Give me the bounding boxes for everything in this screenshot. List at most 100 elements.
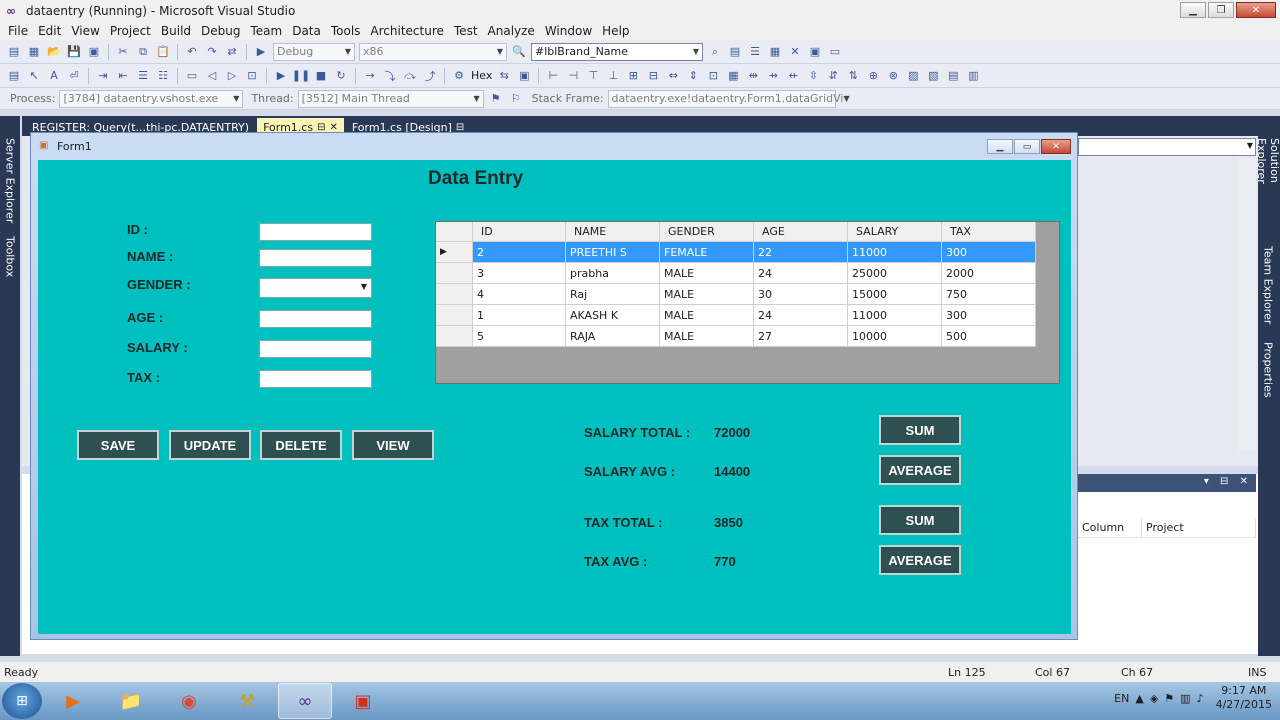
platform-combo[interactable]: x86 ▼: [359, 42, 507, 61]
vspace-inc-icon[interactable]: ⇵: [825, 68, 841, 84]
table-cell[interactable]: 15000: [848, 284, 942, 305]
properties-tab[interactable]: Properties: [1260, 342, 1276, 402]
paste-icon[interactable]: 📋: [155, 44, 171, 60]
server-explorer-tab[interactable]: Server Explorer: [2, 138, 18, 228]
col-header-name[interactable]: NAME: [566, 222, 660, 242]
gender-select[interactable]: ▼: [259, 278, 372, 298]
col-header-id[interactable]: ID: [473, 222, 566, 242]
language-indicator[interactable]: EN: [1114, 692, 1129, 705]
row-header[interactable]: [436, 326, 473, 347]
flag-filter-icon[interactable]: ⚐: [508, 91, 524, 107]
table-cell[interactable]: MALE: [660, 305, 754, 326]
process-combo[interactable]: [3784] dataentry.vshost.exe ▼: [59, 89, 244, 108]
table-cell[interactable]: 24: [754, 305, 848, 326]
table-cell[interactable]: 2: [473, 242, 566, 263]
pin-icon[interactable]: ⊟: [317, 122, 325, 133]
column-header-column[interactable]: Column: [1078, 518, 1142, 537]
comment-icon[interactable]: ☰: [135, 68, 151, 84]
view-button[interactable]: VIEW: [352, 430, 434, 460]
menu-analyze[interactable]: Analyze: [483, 24, 540, 38]
form-minimize-button[interactable]: ▁: [987, 139, 1013, 154]
table-cell[interactable]: PREETHI S: [566, 242, 660, 263]
table-row[interactable]: ▶ 2 PREETHI S FEMALE 22 11000 300: [436, 242, 1036, 263]
menu-data[interactable]: Data: [287, 24, 326, 38]
table-cell[interactable]: 500: [942, 326, 1036, 347]
object-browser-icon[interactable]: ▦: [767, 44, 783, 60]
col-header-salary[interactable]: SALARY: [848, 222, 942, 242]
grid-snap-icon[interactable]: ▦: [725, 68, 741, 84]
toolbox-icon[interactable]: ✕: [787, 44, 803, 60]
table-cell[interactable]: 3: [473, 263, 566, 284]
open-folder-icon[interactable]: 📂: [46, 44, 62, 60]
menu-architecture[interactable]: Architecture: [365, 24, 448, 38]
pin-icon[interactable]: ⊟: [456, 122, 464, 133]
table-cell[interactable]: 24: [754, 263, 848, 284]
lock-controls-icon[interactable]: ▥: [965, 68, 981, 84]
tax-average-button[interactable]: AVERAGE: [879, 545, 961, 575]
extension-icon[interactable]: ▭: [827, 44, 843, 60]
break-all-icon[interactable]: ❚❚: [292, 68, 310, 84]
center-horizontal-icon[interactable]: ⊕: [865, 68, 881, 84]
font-icon[interactable]: A: [46, 68, 62, 84]
table-cell[interactable]: 30: [754, 284, 848, 305]
bookmark-next-icon[interactable]: ▷: [224, 68, 240, 84]
table-cell[interactable]: AKASH K: [566, 305, 660, 326]
redo-icon[interactable]: ↷: [204, 44, 220, 60]
visual-studio-icon[interactable]: ∞: [278, 683, 332, 719]
salary-average-button[interactable]: AVERAGE: [879, 455, 961, 485]
row-header[interactable]: [436, 305, 473, 326]
add-item-icon[interactable]: ▦: [26, 44, 42, 60]
menu-window[interactable]: Window: [540, 24, 597, 38]
name-input[interactable]: [259, 249, 372, 267]
step-over-icon[interactable]: ⤼: [402, 68, 418, 84]
bookmark-icon[interactable]: ▭: [184, 68, 200, 84]
save-button[interactable]: SAVE: [77, 430, 159, 460]
bookmark-clear-icon[interactable]: ⊡: [244, 68, 260, 84]
clock[interactable]: 9:17 AM 4/27/2015: [1216, 684, 1272, 712]
menu-build[interactable]: Build: [156, 24, 196, 38]
running-form-icon[interactable]: ▣: [336, 683, 390, 719]
table-cell[interactable]: 10000: [848, 326, 942, 347]
form-maximize-button[interactable]: ▭: [1014, 139, 1040, 154]
start-page-icon[interactable]: ▣: [807, 44, 823, 60]
stack-frame-combo[interactable]: dataentry.exe!dataentry.Form1.dataGridVi…: [607, 89, 850, 108]
tray-app-icon[interactable]: ◈: [1150, 692, 1158, 705]
table-cell[interactable]: 5: [473, 326, 566, 347]
file-explorer-icon[interactable]: 📁: [104, 683, 158, 719]
start-button[interactable]: ⊞: [2, 683, 42, 719]
indent-icon[interactable]: ⇥: [95, 68, 111, 84]
find-in-files-icon[interactable]: ⌕: [707, 44, 723, 60]
hspace-dec-icon[interactable]: ⇷: [785, 68, 801, 84]
salary-sum-button[interactable]: SUM: [879, 415, 961, 445]
volume-icon[interactable]: ♪: [1197, 692, 1204, 705]
menu-team[interactable]: Team: [245, 24, 287, 38]
navigate-icon[interactable]: ⇄: [224, 44, 240, 60]
vertical-scrollbar[interactable]: [1238, 158, 1256, 450]
align-top-icon[interactable]: ⊥: [605, 68, 621, 84]
restart-icon[interactable]: ↻: [333, 68, 349, 84]
same-height-icon[interactable]: ⇕: [685, 68, 701, 84]
restore-button[interactable]: ❐: [1208, 2, 1234, 18]
right-dock-combo[interactable]: ▼: [1078, 138, 1256, 156]
bookmark-prev-icon[interactable]: ◁: [204, 68, 220, 84]
media-player-icon[interactable]: ▶: [46, 683, 100, 719]
align-center-icon[interactable]: ⊣: [565, 68, 581, 84]
table-cell[interactable]: 11000: [848, 305, 942, 326]
tax-input[interactable]: [259, 370, 372, 388]
form-close-button[interactable]: ✕: [1041, 139, 1071, 154]
update-button[interactable]: UPDATE: [169, 430, 251, 460]
continue-icon[interactable]: ▶: [273, 68, 289, 84]
align-bottom-icon[interactable]: ⊟: [645, 68, 661, 84]
close-button[interactable]: ✕: [1236, 2, 1276, 18]
start-debug-icon[interactable]: ▶: [253, 44, 269, 60]
table-cell[interactable]: 4: [473, 284, 566, 305]
align-left-icon[interactable]: ⊢: [545, 68, 561, 84]
find-combo[interactable]: #lblBrand_Name ▼: [531, 42, 703, 61]
chrome-icon[interactable]: ◉: [162, 683, 216, 719]
bring-front-icon[interactable]: ▨: [905, 68, 921, 84]
windows-icon[interactable]: ▣: [516, 68, 532, 84]
same-width-icon[interactable]: ⇔: [665, 68, 681, 84]
table-cell[interactable]: MALE: [660, 284, 754, 305]
vspace-equal-icon[interactable]: ⇳: [805, 68, 821, 84]
show-next-statement-icon[interactable]: →: [362, 68, 378, 84]
